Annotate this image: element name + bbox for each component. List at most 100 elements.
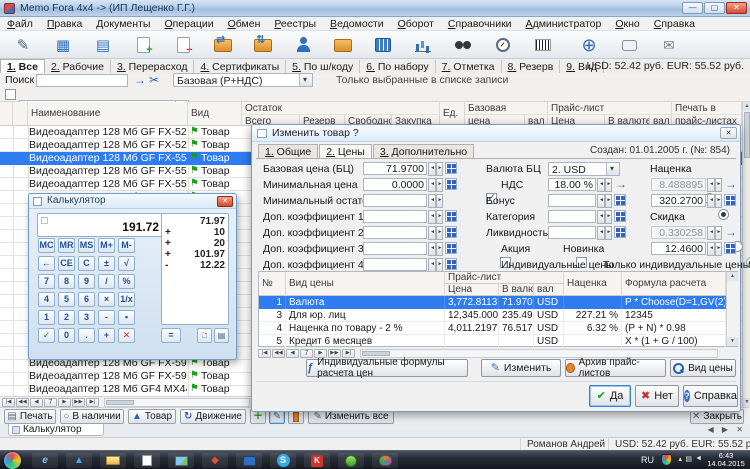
currency-select[interactable]: 2. USD: [548, 162, 620, 176]
search-go-icon[interactable]: →: [134, 73, 146, 87]
table-vertical-scrollbar[interactable]: ▲ ▼: [726, 272, 738, 346]
dialog-tab-general[interactable]: 1. Общие: [258, 144, 318, 158]
calc-key-mc[interactable]: MC: [38, 238, 55, 253]
grid-lookup-icon[interactable]: [445, 226, 457, 238]
product-button[interactable]: ▲Товар: [128, 409, 176, 424]
menu-registers[interactable]: Реестры: [267, 17, 323, 30]
in-stock-button[interactable]: ○В наличии: [60, 409, 124, 424]
taskbar-app-antivirus[interactable]: K: [304, 453, 330, 468]
scrollbar-thumb[interactable]: [744, 112, 750, 158]
grid-lookup-icon[interactable]: [445, 258, 457, 270]
spin-down-button[interactable]: [597, 194, 605, 208]
spin-up-button[interactable]: [715, 242, 723, 256]
category-input[interactable]: [548, 210, 596, 223]
calc-key-5[interactable]: 5: [58, 292, 75, 307]
coef3-input[interactable]: [363, 242, 427, 255]
barcode-toolbar-button[interactable]: [526, 32, 560, 58]
calc-key-mplus[interactable]: M+: [98, 238, 115, 253]
view-tab-overuse[interactable]: 3. Перерасход: [111, 60, 195, 73]
scrollbar-thumb[interactable]: [106, 400, 134, 405]
clear-scissors-icon[interactable]: ✂: [149, 73, 159, 87]
yes-button[interactable]: ✔ Да: [589, 385, 631, 407]
dock-controls[interactable]: ◀ ▶ ✕: [708, 425, 746, 434]
spin-up-button[interactable]: [436, 178, 444, 192]
calc-key-c[interactable]: C: [78, 256, 95, 271]
scroll-down-icon[interactable]: ▼: [727, 337, 738, 346]
menu-documents[interactable]: Документы: [89, 17, 157, 30]
payment-toolbar-button[interactable]: ▦: [46, 32, 80, 58]
nav-first-button[interactable]: |◀: [258, 349, 271, 358]
no-button[interactable]: ✖ Нет: [635, 385, 679, 407]
remove-document-toolbar-button[interactable]: −: [166, 32, 200, 58]
taskbar-app-skype[interactable]: S: [270, 453, 296, 468]
spin-up-button[interactable]: [605, 194, 613, 208]
calc-new-tape-button[interactable]: 🗅: [197, 328, 212, 343]
security-shield-icon[interactable]: [661, 454, 672, 466]
dialog-title-bar[interactable]: Изменить товар ?: [252, 125, 740, 142]
movement-button[interactable]: ↻Движение: [180, 409, 246, 424]
mail-toolbar-button[interactable]: ✉: [652, 32, 686, 58]
grid-lookup-icon[interactable]: [445, 178, 457, 190]
vat-input[interactable]: 18.00 %: [548, 178, 596, 191]
spin-down-button[interactable]: [428, 194, 436, 208]
network-icon[interactable]: ▤: [685, 455, 692, 463]
spin-down-button[interactable]: [597, 210, 605, 224]
spin-up-button[interactable]: [715, 194, 723, 208]
web-toolbar-button[interactable]: ⊕: [572, 32, 606, 58]
base-price-input[interactable]: 71.9700: [363, 162, 427, 175]
spin-up-button[interactable]: [436, 258, 444, 272]
calculator-title-bar[interactable]: Калькулятор: [29, 194, 236, 209]
calc-key-reciprocal[interactable]: 1/x: [118, 292, 135, 307]
calc-key-decimal[interactable]: .: [78, 328, 95, 343]
dialog-tab-additional[interactable]: 3. Дополнительно: [373, 144, 474, 158]
nav-position[interactable]: 7: [44, 398, 57, 407]
print-button[interactable]: ▤Печать: [4, 409, 56, 424]
header-name[interactable]: Наименование: [28, 102, 188, 126]
col-kind[interactable]: Вид цены: [286, 272, 445, 296]
markup-percent-input[interactable]: 8.488895: [651, 178, 706, 191]
spin-down-button[interactable]: [428, 162, 436, 176]
taskbar-app-photos[interactable]: [168, 453, 194, 468]
spin-down-button[interactable]: [597, 226, 605, 240]
min-stock-input[interactable]: [363, 194, 427, 207]
menu-exchange[interactable]: Обмен: [221, 17, 268, 30]
dropdown-arrow-icon[interactable]: [606, 163, 619, 175]
bonus-input[interactable]: [548, 194, 596, 207]
cash-register-toolbar-button[interactable]: ▤: [86, 32, 120, 58]
markup-sum-radio[interactable]: [718, 209, 729, 220]
help-button[interactable]: ? Справка: [683, 385, 738, 407]
taskbar-app-monitor[interactable]: [236, 453, 262, 468]
calc-key-plusminus[interactable]: ±: [98, 256, 115, 271]
price-row[interactable]: 3 Для юр. лиц 12,345.0000 235.4927 USD 2…: [259, 309, 726, 322]
col-num[interactable]: №: [259, 272, 286, 296]
taskbar-app-paint[interactable]: [372, 453, 398, 468]
spin-down-button[interactable]: [428, 178, 436, 192]
calc-key-equals[interactable]: =: [161, 328, 181, 343]
grid-lookup-icon[interactable]: [724, 194, 736, 206]
registry-toolbar-button[interactable]: [366, 32, 400, 58]
coef4-input[interactable]: [363, 258, 427, 271]
menu-administrator[interactable]: Администратор: [519, 17, 609, 30]
apply-arrow-icon[interactable]: →: [725, 177, 737, 191]
spin-down-button[interactable]: [707, 226, 715, 240]
exchange-toolbar-button[interactable]: ⇄: [206, 32, 240, 58]
menu-edit[interactable]: Правка: [40, 17, 89, 30]
coef2-input[interactable]: [363, 226, 427, 239]
grid-lookup-icon[interactable]: [445, 210, 457, 222]
hidden-icons-arrow[interactable]: ▴: [678, 455, 682, 463]
min-price-input[interactable]: 0.0000: [363, 178, 427, 191]
spin-up-button[interactable]: [436, 210, 444, 224]
search-input[interactable]: [36, 74, 128, 87]
calc-key-6[interactable]: 6: [78, 292, 95, 307]
spin-down-button[interactable]: [428, 226, 436, 240]
menu-turnover[interactable]: Оборот: [391, 17, 441, 30]
view-tab-all[interactable]: 1. Все: [0, 59, 45, 73]
start-button[interactable]: [4, 452, 21, 469]
calc-print-button[interactable]: ▤: [214, 328, 229, 343]
nav-position[interactable]: 7: [300, 349, 313, 358]
taskbar-app-icon[interactable]: ▲: [66, 453, 92, 468]
spin-up-button[interactable]: [605, 178, 613, 192]
price-row[interactable]: 5 Кредит 6 месяцев USD X * (1 + G / 100): [259, 335, 726, 348]
language-indicator[interactable]: RU: [641, 455, 654, 465]
calc-key-0[interactable]: 0: [58, 328, 75, 343]
